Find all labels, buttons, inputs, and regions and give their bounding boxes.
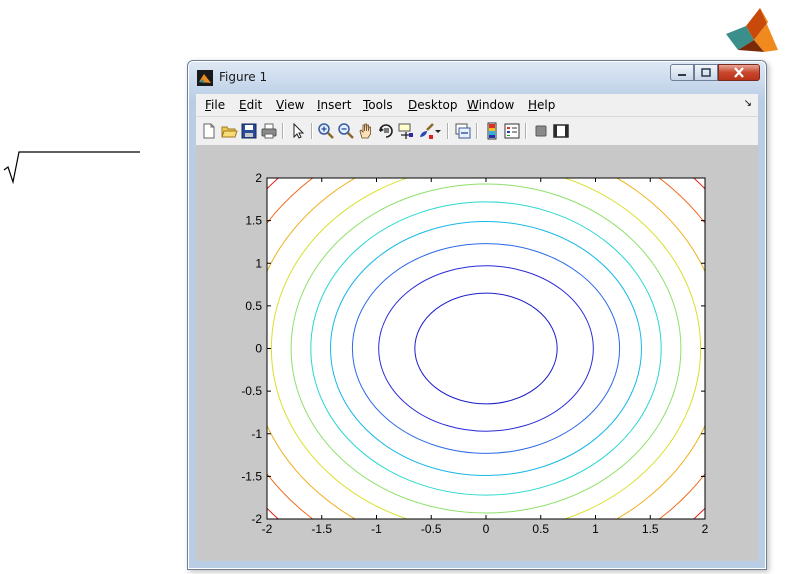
menu-window[interactable]: Window (467, 98, 514, 112)
x-tick-label: 0.5 (532, 522, 549, 536)
menu-insert[interactable]: Insert (317, 98, 351, 112)
x-tick-label: -0.5 (421, 522, 442, 536)
save-icon[interactable] (240, 122, 258, 140)
matlab-logo-icon (726, 8, 778, 52)
colorbar-icon[interactable] (483, 122, 501, 140)
menu-tools-label: Tools (363, 98, 393, 112)
menu-help-label: Help (528, 98, 556, 112)
edit-plot-icon[interactable] (289, 122, 307, 140)
toolbar-separator (282, 123, 284, 139)
menu-bar: File Edit View Insert Tools Desktop Wind… (196, 94, 758, 117)
pan-icon[interactable] (357, 122, 375, 140)
x-tick-label: -2 (262, 522, 273, 536)
toolbar-separator (447, 123, 449, 139)
y-tick-label: 0.5 (245, 299, 262, 313)
menu-tools[interactable]: Tools (363, 98, 393, 112)
close-icon (734, 67, 744, 78)
title-bar[interactable]: Figure 1 (188, 61, 766, 91)
link-plot-icon[interactable] (454, 122, 472, 140)
toolbar (196, 117, 758, 146)
hide-plot-tools-icon[interactable] (532, 122, 550, 140)
x-tick-label: 2 (702, 522, 709, 536)
maximize-button[interactable] (694, 64, 718, 81)
caption-buttons (670, 64, 760, 81)
brush-icon[interactable] (417, 122, 435, 140)
y-tick-label: 0 (255, 342, 262, 356)
menu-view[interactable]: View (276, 98, 304, 112)
menu-edit[interactable]: Edit (239, 98, 262, 112)
contour-plot[interactable]: -2 -1.5 -1 -0.5 0 0.5 1 1.5 2 2 1.5 1 0.5 0 -0.5 -1 -1.5… (196, 146, 760, 563)
y-tick-label: -1 (251, 427, 262, 441)
zoom-out-icon[interactable] (337, 122, 355, 140)
y-tick-label: 2 (255, 171, 262, 185)
plot-background (267, 178, 705, 519)
x-tick-label: 0 (483, 522, 490, 536)
x-tick-label: 1 (592, 522, 599, 536)
menu-window-label: Window (467, 98, 515, 112)
y-tick-label: -0.5 (241, 384, 262, 398)
open-file-icon[interactable] (220, 122, 238, 140)
menu-desktop-label: Desktop (408, 98, 458, 112)
x-tick-label: -1 (371, 522, 382, 536)
brush-dropdown-chevron-down-icon[interactable] (434, 122, 442, 140)
menu-view-label: View (276, 98, 305, 112)
menu-insert-label: Insert (317, 98, 352, 112)
show-plot-tools-icon[interactable] (552, 122, 570, 140)
y-tick-label: 1 (255, 256, 262, 270)
new-figure-icon[interactable] (200, 122, 218, 140)
data-cursor-icon[interactable] (397, 122, 415, 140)
rotate-3d-icon[interactable] (377, 122, 395, 140)
menu-edit-label: Edit (239, 98, 263, 112)
x-tick-label: 1.5 (642, 522, 659, 536)
matlab-figure-icon (197, 70, 213, 86)
zoom-in-icon[interactable] (317, 122, 335, 140)
y-tick-label: -2 (251, 512, 262, 526)
minimize-button[interactable] (670, 64, 694, 81)
close-button[interactable] (718, 64, 760, 81)
toolbar-separator (311, 123, 313, 139)
toolbar-separator (476, 123, 478, 139)
print-icon[interactable] (260, 122, 278, 140)
menu-help[interactable]: Help (528, 98, 555, 112)
menu-file-label: File (205, 98, 226, 112)
toolbar-separator (525, 123, 527, 139)
sqrt-symbol (3, 151, 140, 184)
y-tick-label: 1.5 (245, 214, 262, 228)
menu-file[interactable]: File (205, 98, 225, 112)
menu-desktop[interactable]: Desktop (408, 98, 458, 112)
menu-dock-arrow-icon[interactable]: ↘ (744, 98, 752, 109)
window-title: Figure 1 (219, 70, 268, 84)
minimize-icon (678, 73, 686, 76)
legend-icon[interactable] (503, 122, 521, 140)
figure-window: Figure 1 File Edit View Insert Tools Des… (187, 60, 767, 570)
maximize-icon (701, 68, 711, 77)
y-tick-label: -1.5 (241, 469, 262, 483)
x-tick-label: -1.5 (311, 522, 332, 536)
figure-canvas: -2 -1.5 -1 -0.5 0 0.5 1 1.5 2 2 1.5 1 0.5 0 -0.5 -1 -1.5… (196, 146, 758, 561)
